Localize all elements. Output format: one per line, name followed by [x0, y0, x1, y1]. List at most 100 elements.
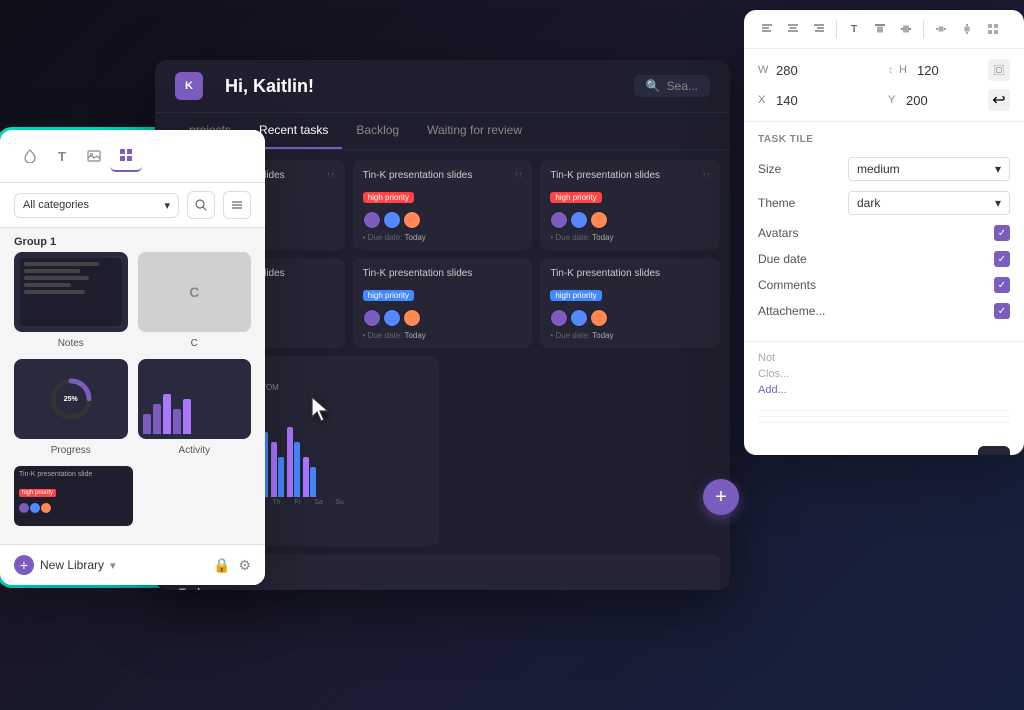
props-bottom-row — [744, 438, 1024, 455]
settings-icon[interactable]: ⚙ — [238, 557, 251, 574]
task-title: Tin-K presentation slides — [550, 170, 660, 181]
search-bar[interactable]: 🔍 Sea... — [634, 75, 710, 97]
lock-icon[interactable]: 🔒 — [213, 557, 230, 574]
avatar — [363, 211, 381, 229]
user-avatar: K — [175, 72, 203, 100]
align-right-icon[interactable] — [808, 18, 830, 40]
dashboard-greeting: Hi, Kaitlin! — [225, 76, 314, 97]
due-date-label: Due date — [758, 252, 848, 266]
task-preview-title: Tin-K presentation slide — [19, 471, 128, 478]
avatar — [19, 503, 29, 513]
close-label[interactable]: Clos... — [758, 368, 789, 380]
list-item[interactable]: Tin-K presentation slide high priority — [14, 466, 133, 526]
size-select[interactable]: medium ▾ — [848, 157, 1010, 181]
attachments-checkbox[interactable]: ✓ — [994, 303, 1010, 319]
height-icon: ↕ — [888, 65, 893, 76]
add-link[interactable]: Add... — [758, 384, 787, 396]
new-library-label: New Library — [40, 558, 104, 572]
height-value[interactable]: 120 — [917, 63, 939, 78]
list-view-button[interactable] — [223, 191, 251, 219]
component-label: Progress — [51, 445, 91, 456]
action-row-3: Add... — [758, 384, 1010, 396]
task-due-date: • Due date: Today — [550, 233, 710, 242]
comments-checkbox[interactable]: ✓ — [994, 277, 1010, 293]
list-item[interactable]: Notes — [14, 252, 128, 349]
image-icon[interactable] — [78, 140, 110, 172]
category-label: All categories — [23, 199, 89, 211]
align-left-icon[interactable] — [756, 18, 778, 40]
props-lines — [744, 406, 1024, 438]
avatar — [403, 211, 421, 229]
avatar — [403, 309, 421, 327]
avatar — [590, 309, 608, 327]
table-row[interactable]: Tin-K presentation slides high priority … — [540, 258, 720, 348]
search-button[interactable] — [187, 191, 215, 219]
task-priority-badge: high priority — [363, 192, 414, 203]
avatar — [590, 211, 608, 229]
new-library-button[interactable]: + New Library ▾ — [14, 555, 116, 575]
avatar — [363, 309, 381, 327]
list-item[interactable]: 25% Progress — [14, 359, 128, 456]
table-row[interactable]: Tin-K presentation slides high priority … — [353, 258, 533, 348]
theme-select[interactable]: dark ▾ — [848, 191, 1010, 215]
comments-row: Comments ✓ — [758, 277, 1010, 293]
droplet-icon[interactable] — [14, 140, 46, 172]
due-date-checkbox[interactable]: ✓ — [994, 251, 1010, 267]
due-date-row: Due date ✓ — [758, 251, 1010, 267]
y-value[interactable]: 200 — [906, 93, 928, 108]
components-bottom-bar: + New Library ▾ 🔒 ⚙ — [0, 544, 265, 585]
sliders-button[interactable] — [978, 446, 1010, 455]
component-placeholder: C — [189, 284, 199, 300]
tab-waiting[interactable]: Waiting for review — [413, 113, 536, 149]
tab-backlog[interactable]: Backlog — [342, 113, 413, 149]
progress-preview: 25% — [14, 359, 128, 439]
category-dropdown[interactable]: All categories ▾ — [14, 193, 179, 218]
properties-panel: T W 280 ↕ H 120 — [744, 10, 1024, 455]
group-label: Group 1 — [0, 228, 265, 252]
props-actions: Not Clos... Add... — [744, 342, 1024, 406]
task-title: Tin-K presentation slides — [550, 268, 710, 279]
distribute-horiz-icon[interactable] — [930, 18, 952, 40]
list-item[interactable]: Activity — [138, 359, 252, 456]
width-value[interactable]: 280 — [776, 63, 798, 78]
align-center-icon[interactable] — [782, 18, 804, 40]
avatars-checkbox[interactable]: ✓ — [994, 225, 1010, 241]
avatar — [550, 309, 568, 327]
table-row[interactable]: Tin-K presentation slides ↑↑ high priori… — [353, 160, 533, 250]
distribute-vert-icon[interactable] — [956, 18, 978, 40]
text-align-icon[interactable]: T — [843, 18, 865, 40]
x-row: X 140 — [758, 89, 880, 111]
bar — [303, 457, 309, 497]
action-row-2: Clos... — [758, 368, 1010, 380]
chevron-down-icon: ▾ — [164, 199, 170, 212]
theme-value: dark — [857, 196, 880, 210]
progress-title: Tasks progress — [179, 587, 260, 590]
fab-add-button[interactable]: + — [703, 479, 739, 515]
text-icon[interactable]: T — [46, 140, 78, 172]
bar — [278, 457, 284, 497]
rotate-icon[interactable]: ↩ — [988, 89, 1010, 111]
vertical-align-top-icon[interactable] — [869, 18, 891, 40]
task-title: Tin-K presentation slides — [363, 170, 473, 181]
vertical-align-middle-icon[interactable] — [895, 18, 917, 40]
task-avatars — [550, 309, 710, 327]
search-text: Sea... — [667, 79, 698, 93]
section-title: TASK TILE — [758, 134, 1010, 145]
bottom-icons: 🔒 ⚙ — [213, 557, 251, 574]
y-label: Y — [888, 94, 900, 106]
components-filter: All categories ▾ — [0, 183, 265, 228]
x-value[interactable]: 140 — [776, 93, 798, 108]
height-row: ↕ H 120 — [888, 59, 1010, 81]
theme-label: Theme — [758, 196, 848, 210]
aspect-ratio-button[interactable] — [988, 59, 1010, 81]
table-row[interactable]: Tin-K presentation slides ↑↑ high priori… — [540, 160, 720, 250]
attachments-label: Attacheme... — [758, 304, 848, 318]
y-row: Y 200 ↩ — [888, 89, 1010, 111]
avatar — [550, 211, 568, 229]
list-item[interactable]: C C — [138, 252, 252, 349]
grid-icon[interactable] — [982, 18, 1004, 40]
component-label: Notes — [58, 338, 84, 349]
activity-preview — [138, 359, 252, 439]
component-icon[interactable] — [110, 140, 142, 172]
task-priority-badge: high priority — [550, 290, 601, 301]
